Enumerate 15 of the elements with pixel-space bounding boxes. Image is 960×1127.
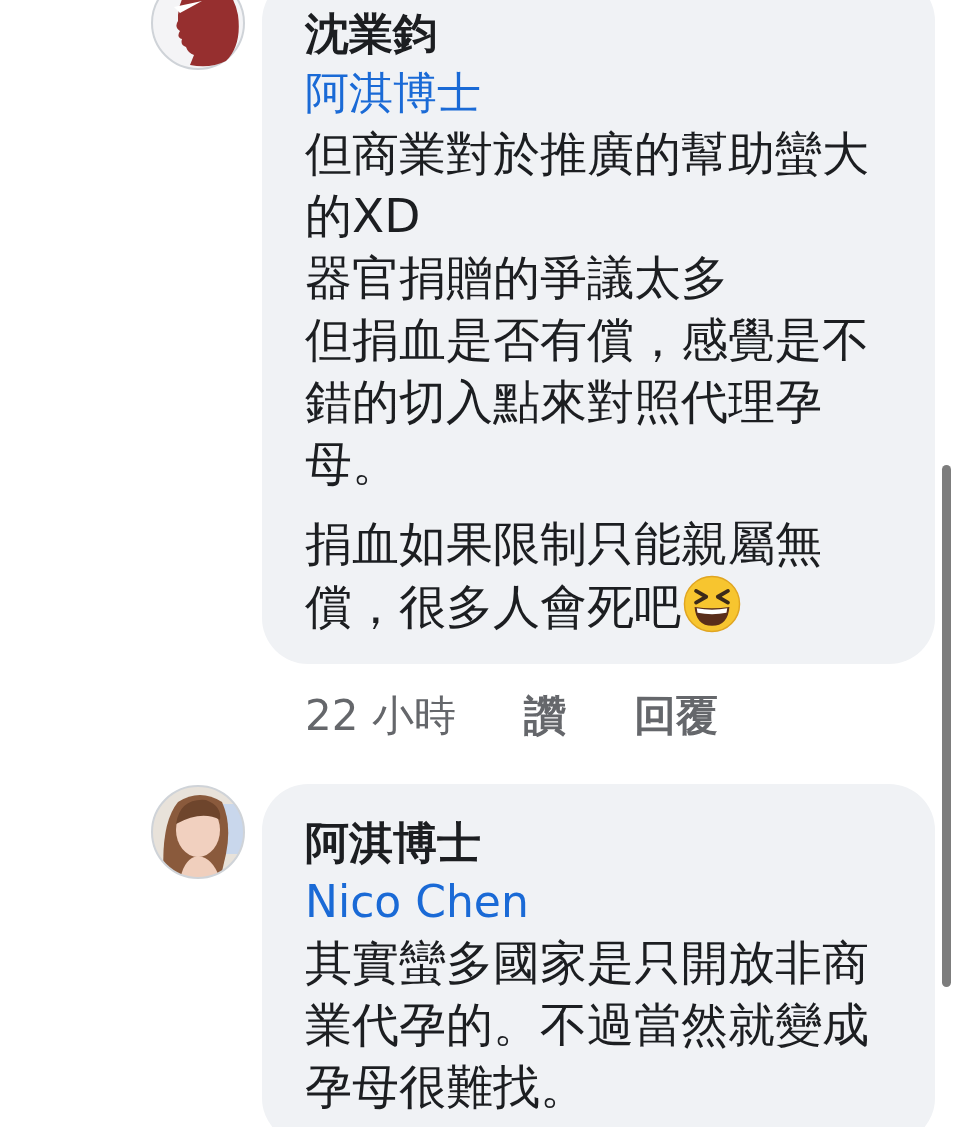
comment-text: 其實蠻多國家是只開放非商業代孕的。不過當然就變成孕母很難找。 xyxy=(305,934,870,1116)
action-link[interactable]: 回覆 xyxy=(633,688,718,744)
scrollbar[interactable] xyxy=(942,465,951,987)
author-name[interactable]: 沈業鈞 xyxy=(305,5,905,63)
comment-text: 器官捐贈的爭議太多 xyxy=(305,249,729,307)
comment-text: 捐血如果限制只能親屬無償，很多人會死吧 xyxy=(305,515,823,636)
mention-link[interactable]: 阿淇博士 xyxy=(305,63,905,123)
laughing-emoji-icon xyxy=(683,575,741,633)
comment-text: 但捐血是否有償，感覺是不錯的切入點來對照代理孕母。 xyxy=(305,311,870,493)
timestamp: 22 小時 xyxy=(305,690,456,742)
avatar-icon[interactable] xyxy=(150,0,246,71)
action-link[interactable]: 讚 xyxy=(523,688,566,744)
comment-text: 但商業對於推廣的幫助蠻大的XD xyxy=(305,125,870,245)
author-name[interactable]: 阿淇博士 xyxy=(305,814,905,872)
mention-link[interactable]: Nico Chen xyxy=(305,872,905,932)
